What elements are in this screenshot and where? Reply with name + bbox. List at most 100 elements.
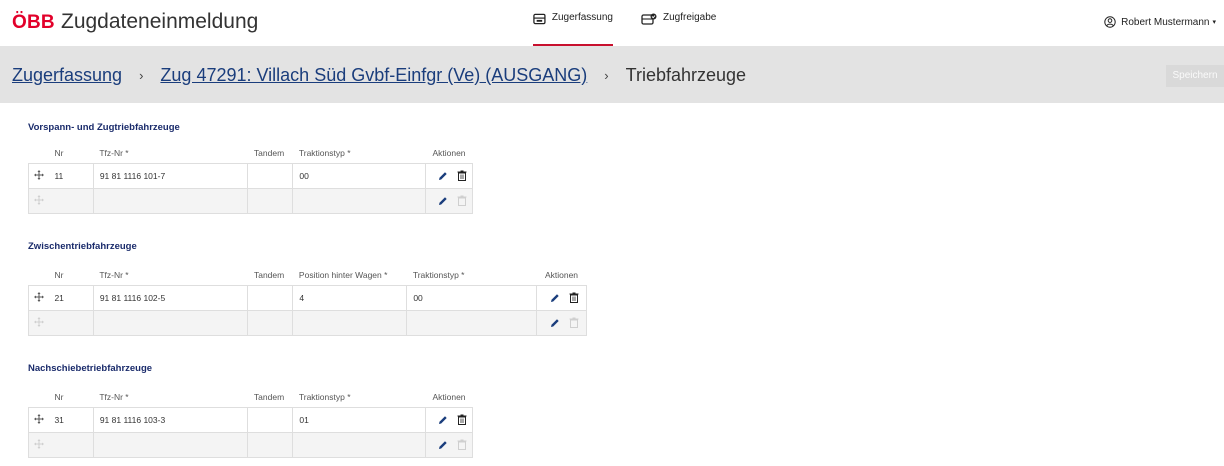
cell-tandem[interactable]	[247, 406, 294, 433]
table-header-row: Nr Tfz-Nr * Tandem Traktionstyp * Aktion…	[29, 388, 473, 407]
user-menu[interactable]: Robert Mustermann ▾	[1104, 16, 1216, 28]
vorspann-table: Nr Tfz-Nr * Tandem Traktionstyp * Aktion…	[28, 144, 473, 214]
col-header-traktion: Traktionstyp *	[298, 392, 351, 403]
chevron-down-icon: ▾	[1212, 19, 1216, 26]
cell-nr[interactable]	[48, 309, 94, 336]
cell-nr[interactable]	[48, 187, 94, 214]
col-header-nr: Nr	[54, 392, 64, 403]
drag-move-icon	[33, 438, 44, 449]
cell-position[interactable]: 4	[292, 284, 408, 311]
edit-icon[interactable]	[550, 318, 560, 328]
tab-zugfreigabe-label: Zugfreigabe	[663, 12, 717, 23]
cell-tandem[interactable]	[247, 162, 294, 189]
train-release-icon	[641, 13, 657, 25]
section-title-zwischen: Zwischentriebfahrzeuge	[28, 241, 137, 252]
cell-traktionstyp[interactable]: 00	[292, 162, 427, 189]
train-form-icon	[533, 13, 546, 25]
cell-tandem[interactable]	[247, 284, 294, 311]
col-header-tfz: Tfz-Nr *	[99, 148, 129, 159]
table-row-empty	[28, 187, 473, 214]
table-header-row: Nr Tfz-Nr * Tandem Position hinter Wagen…	[29, 266, 587, 285]
delete-icon	[457, 195, 466, 206]
delete-icon[interactable]	[457, 170, 467, 181]
table-row: 21 91 81 1116 102-5 4 00	[28, 284, 587, 311]
cell-tfz-nr[interactable]: 91 81 1116 103-3	[92, 406, 249, 433]
drag-move-icon	[33, 413, 44, 424]
cell-nr[interactable]: 11	[48, 162, 94, 189]
breadcrumb-zugerfassung[interactable]: Zugerfassung	[12, 65, 122, 86]
cell-position[interactable]	[292, 309, 408, 336]
edit-icon[interactable]	[438, 440, 448, 450]
cell-tfz-nr[interactable]	[92, 187, 249, 214]
delete-icon	[569, 317, 579, 328]
drag-handle[interactable]	[28, 284, 49, 311]
cell-actions	[425, 187, 473, 214]
drag-handle	[28, 431, 49, 458]
edit-icon[interactable]	[438, 196, 448, 206]
col-header-traktion: Traktionstyp *	[298, 148, 351, 159]
cell-actions	[536, 309, 587, 336]
col-header-position: Position hinter Wagen *	[298, 270, 388, 281]
obb-logo[interactable]: ÖBB	[12, 12, 55, 34]
cell-actions	[425, 406, 473, 433]
table-header-row: Nr Tfz-Nr * Tandem Traktionstyp * Aktion…	[29, 144, 473, 163]
edit-icon[interactable]	[550, 293, 560, 303]
drag-move-icon	[33, 316, 44, 327]
table-row: 11 91 81 1116 101-7 00	[28, 162, 473, 189]
cell-tfz-nr[interactable]	[92, 431, 249, 458]
nachschiebe-table: Nr Tfz-Nr * Tandem Traktionstyp * Aktion…	[28, 388, 473, 458]
zwischen-table: Nr Tfz-Nr * Tandem Position hinter Wagen…	[28, 266, 587, 336]
breadcrumb-separator: ›	[604, 68, 609, 83]
delete-icon[interactable]	[457, 414, 467, 425]
top-bar: ÖBB Zugdateneinmeldung Zugerfassung Zugf…	[0, 0, 1224, 46]
tab-zugerfassung[interactable]: Zugerfassung	[533, 12, 613, 46]
drag-handle[interactable]	[28, 162, 49, 189]
cell-traktionstyp[interactable]: 00	[406, 284, 538, 311]
breadcrumb-bar: Zugerfassung › Zug 47291: Villach Süd Gv…	[0, 46, 1224, 103]
col-header-tfz: Tfz-Nr *	[99, 270, 129, 281]
cell-nr[interactable]	[48, 431, 94, 458]
cell-tfz-nr[interactable]	[92, 309, 249, 336]
drag-move-icon	[33, 291, 44, 302]
cell-tandem[interactable]	[247, 309, 294, 336]
drag-handle[interactable]	[28, 406, 49, 433]
breadcrumb-current: Triebfahrzeuge	[625, 65, 747, 85]
tab-zugfreigabe[interactable]: Zugfreigabe	[641, 12, 716, 46]
cell-traktionstyp[interactable]: 01	[292, 406, 427, 433]
section-title-vorspann: Vorspann- und Zugtriebfahrzeuge	[28, 122, 180, 133]
user-name: Robert Mustermann	[1121, 16, 1210, 28]
col-header-tandem: Tandem	[253, 270, 285, 281]
breadcrumb-zug[interactable]: Zug 47291: Villach Süd Gvbf-Einfgr (Ve) …	[160, 65, 587, 86]
cell-traktionstyp[interactable]	[292, 187, 427, 214]
table-row: 31 91 81 1116 103-3 01	[28, 406, 473, 433]
col-header-nr: Nr	[54, 148, 64, 159]
cell-actions	[425, 162, 473, 189]
cell-traktionstyp[interactable]	[406, 309, 538, 336]
app-title: Zugdateneinmeldung	[61, 10, 259, 33]
cell-nr[interactable]: 21	[48, 284, 94, 311]
table-row-empty	[28, 309, 587, 336]
cell-actions	[536, 284, 587, 311]
breadcrumb-separator: ›	[139, 68, 144, 83]
delete-icon	[457, 439, 466, 450]
edit-icon[interactable]	[438, 415, 448, 425]
cell-actions	[425, 431, 473, 458]
drag-handle	[28, 187, 49, 214]
cell-tfz-nr[interactable]: 91 81 1116 102-5	[92, 284, 249, 311]
col-header-aktionen: Aktionen	[432, 392, 466, 403]
cell-tandem[interactable]	[247, 187, 294, 214]
cell-tandem[interactable]	[247, 431, 294, 458]
section-title-nachschiebe: Nachschiebetriebfahrzeuge	[28, 363, 153, 374]
drag-handle	[28, 309, 49, 336]
drag-move-icon	[33, 169, 44, 180]
table-row-empty	[28, 431, 473, 458]
tab-zugerfassung-label: Zugerfassung	[551, 12, 613, 23]
col-header-tandem: Tandem	[253, 392, 285, 403]
col-header-nr: Nr	[54, 270, 64, 281]
cell-tfz-nr[interactable]: 91 81 1116 101-7	[92, 162, 249, 189]
delete-icon[interactable]	[569, 292, 579, 303]
cell-nr[interactable]: 31	[48, 406, 94, 433]
save-button[interactable]: Speichern	[1166, 65, 1224, 87]
cell-traktionstyp[interactable]	[292, 431, 427, 458]
edit-icon[interactable]	[438, 171, 448, 181]
